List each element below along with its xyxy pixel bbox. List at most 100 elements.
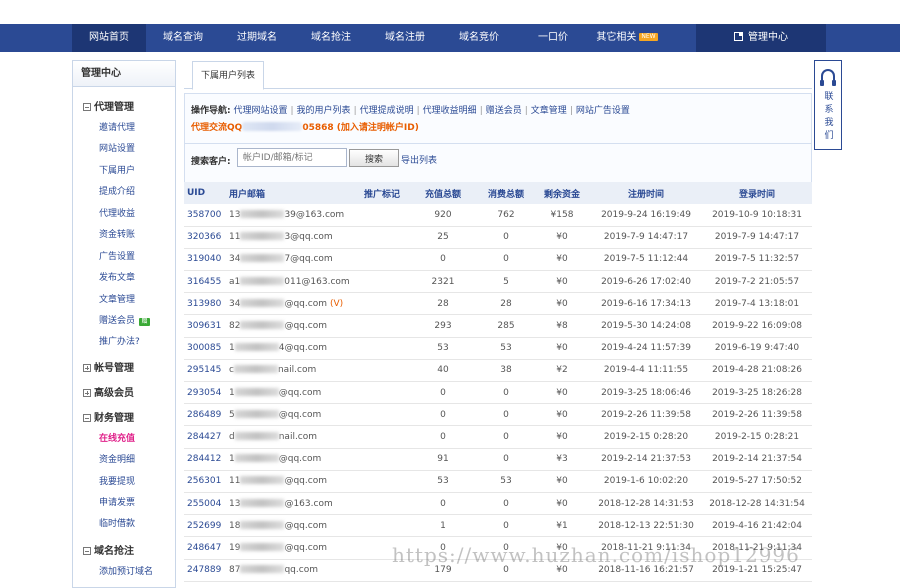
nav-domain-query[interactable]: 域名查询	[146, 24, 220, 52]
contact-us-button[interactable]: 联系我们	[814, 60, 842, 150]
sidebar-section-vip[interactable]: 高级会员	[83, 384, 134, 399]
redacted-blur	[240, 542, 285, 551]
uid-link[interactable]: 320366	[184, 226, 226, 249]
login-time-cell: 2019-10-9 10:18:31	[702, 204, 812, 227]
uid-link[interactable]: 293054	[184, 381, 226, 405]
email-suffix: @qq.com	[278, 454, 322, 465]
uid-link[interactable]: 300085	[184, 337, 226, 360]
uid-link[interactable]: 247889	[184, 559, 226, 582]
sidebar-section-agent[interactable]: 代理管理	[83, 98, 134, 113]
sidebar-item-agent-income[interactable]: 代理收益	[99, 206, 135, 219]
uid-link[interactable]: 309631	[184, 314, 226, 338]
login-time-cell: 2019-5-27 17:50:52	[702, 470, 812, 493]
sidebar-item-gift-member[interactable]: 赠送会员赠	[99, 313, 151, 326]
redacted-blur	[234, 343, 279, 352]
email-cell: 11 @qq.com	[226, 470, 356, 493]
nav-other[interactable]: 其它相关 NEW	[590, 24, 664, 52]
balance-cell: ¥8	[534, 314, 590, 338]
login-time-cell: 2019-2-14 21:37:54	[702, 448, 812, 471]
redacted-blur	[240, 565, 285, 574]
uid-link[interactable]: 284427	[184, 425, 226, 449]
search-input[interactable]	[237, 148, 347, 167]
opnav-link-commission[interactable]: 代理提成说明	[360, 106, 414, 116]
balance-cell: ¥158	[534, 204, 590, 227]
promo-tag-cell	[356, 204, 408, 227]
uid-link[interactable]: 256301	[184, 470, 226, 493]
email-cell: 1 4@qq.com	[226, 337, 356, 360]
opnav-link-gift-member[interactable]: 赠送会员	[486, 106, 522, 116]
sidebar-item-publish-article[interactable]: 发布文章	[99, 270, 135, 283]
nav-domain-auction[interactable]: 域名竞价	[442, 24, 516, 52]
nav-domain-snatch[interactable]: 域名抢注	[294, 24, 368, 52]
opnav-link-my-users[interactable]: 我的用户列表	[297, 106, 351, 116]
balance-cell: ¥0	[534, 381, 590, 405]
nav-expired-domains[interactable]: 过期域名	[220, 24, 294, 52]
email-suffix: @qq.com	[284, 542, 327, 553]
gift-member-label: 赠送会员	[99, 316, 136, 326]
email-cell: 11 3@qq.com	[226, 226, 356, 249]
search-button[interactable]: 搜索	[349, 149, 399, 167]
nav-domain-register[interactable]: 域名注册	[368, 24, 442, 52]
recharge-cell: 0	[408, 425, 478, 449]
sidebar-item-withdraw[interactable]: 我要提现	[99, 474, 135, 487]
uid-link[interactable]: 313980	[184, 292, 226, 316]
email-prefix: 19	[229, 542, 241, 553]
recharge-cell: 0	[408, 248, 478, 272]
tab-sub-users[interactable]: 下属用户列表	[192, 61, 264, 90]
promo-tag-cell	[356, 314, 408, 338]
opnav-link-ads[interactable]: 网站广告设置	[576, 106, 630, 116]
uid-link[interactable]: 255004	[184, 492, 226, 516]
vip-badge: (V)	[329, 298, 344, 309]
uid-link[interactable]: 248647	[184, 536, 226, 560]
uid-link[interactable]: 316455	[184, 270, 226, 294]
balance-cell: ¥2	[534, 359, 590, 383]
sidebar-item-article-manage[interactable]: 文章管理	[99, 292, 135, 305]
nav-home[interactable]: 网站首页	[72, 24, 146, 52]
qq-info: 代理交流QQ 05868 (加入请注明帐户ID)	[191, 120, 419, 133]
sidebar-item-add-reserve[interactable]: 添加预订域名	[99, 564, 153, 577]
reg-time-cell: 2019-6-16 17:34:13	[590, 292, 702, 316]
sidebar-section-account[interactable]: 帐号管理	[83, 359, 134, 374]
nav-fixed-price[interactable]: 一口价	[516, 24, 590, 52]
sidebar-item-invoice[interactable]: 申请发票	[99, 495, 135, 508]
sidebar-item-fund-details[interactable]: 资金明细	[99, 452, 135, 465]
email-cell: 34 @qq.com (V)	[226, 292, 356, 316]
sidebar-item-promotion[interactable]: 推广办法?	[99, 334, 140, 347]
uid-link[interactable]: 358700	[184, 204, 226, 227]
sidebar-item-temp-loan[interactable]: 临时借款	[99, 516, 135, 529]
opnav-link-site-settings[interactable]: 代理网站设置	[233, 106, 287, 116]
separator: |	[569, 106, 573, 116]
uid-link[interactable]: 319040	[184, 248, 226, 272]
uid-link[interactable]: 284412	[184, 448, 226, 471]
redacted-blur	[240, 298, 285, 307]
sidebar-item-online-recharge[interactable]: 在线充值	[99, 431, 135, 444]
uid-link[interactable]: 252699	[184, 514, 226, 538]
email-prefix: 13	[229, 498, 241, 509]
sidebar-item-ad-settings[interactable]: 广告设置	[99, 249, 135, 262]
email-cell: 13 @163.com	[226, 492, 356, 516]
nav-admin-center[interactable]: 管理中心	[696, 24, 826, 52]
sidebar-item-fund-transfer[interactable]: 资金转账	[99, 227, 135, 240]
sidebar-section-snatch[interactable]: 域名抢注	[83, 542, 134, 557]
email-suffix: 011@163.com	[284, 276, 350, 287]
redacted-blur	[240, 276, 285, 285]
opnav-link-articles[interactable]: 文章管理	[531, 106, 567, 116]
promo-tag-cell	[356, 292, 408, 316]
sidebar-item-commission-intro[interactable]: 提成介绍	[99, 184, 135, 197]
uid-link[interactable]: 295145	[184, 359, 226, 383]
col-spend: 消费总额	[478, 182, 534, 204]
recharge-cell: 920	[408, 204, 478, 227]
sidebar-item-sub-users[interactable]: 下属用户	[99, 163, 135, 176]
sidebar-section-finance[interactable]: 财务管理	[83, 409, 134, 424]
email-suffix: @qq.com	[278, 387, 322, 398]
col-balance: 剩余资金	[534, 182, 590, 204]
sidebar-item-invite-agent[interactable]: 邀请代理	[99, 120, 135, 133]
opnav-link-income[interactable]: 代理收益明细	[423, 106, 477, 116]
email-prefix: 11	[229, 232, 241, 243]
export-list-link[interactable]: 导出列表	[401, 153, 437, 166]
sidebar-item-site-settings[interactable]: 网站设置	[99, 141, 135, 154]
email-cell: 18 @qq.com	[226, 514, 356, 538]
uid-link[interactable]: 286489	[184, 403, 226, 427]
headset-icon	[820, 69, 836, 86]
email-prefix: 11	[229, 476, 241, 487]
